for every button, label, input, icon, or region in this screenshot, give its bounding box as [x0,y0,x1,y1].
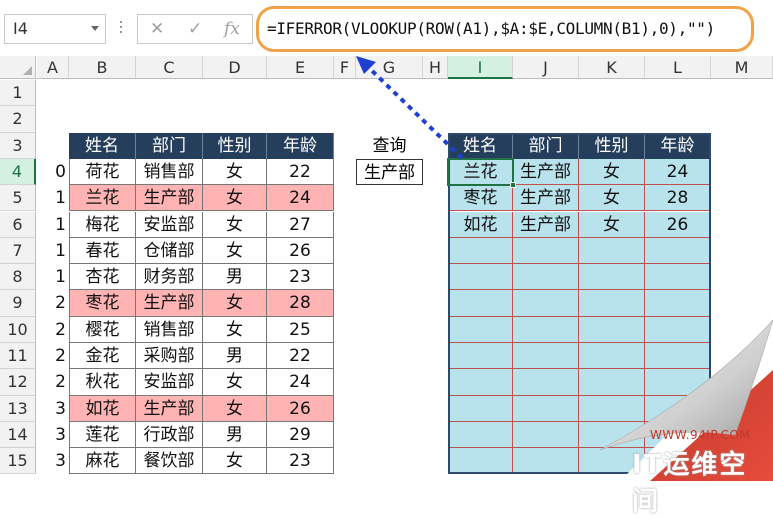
dashed-arrow-line [363,62,464,160]
pointer-arrow [356,56,464,160]
